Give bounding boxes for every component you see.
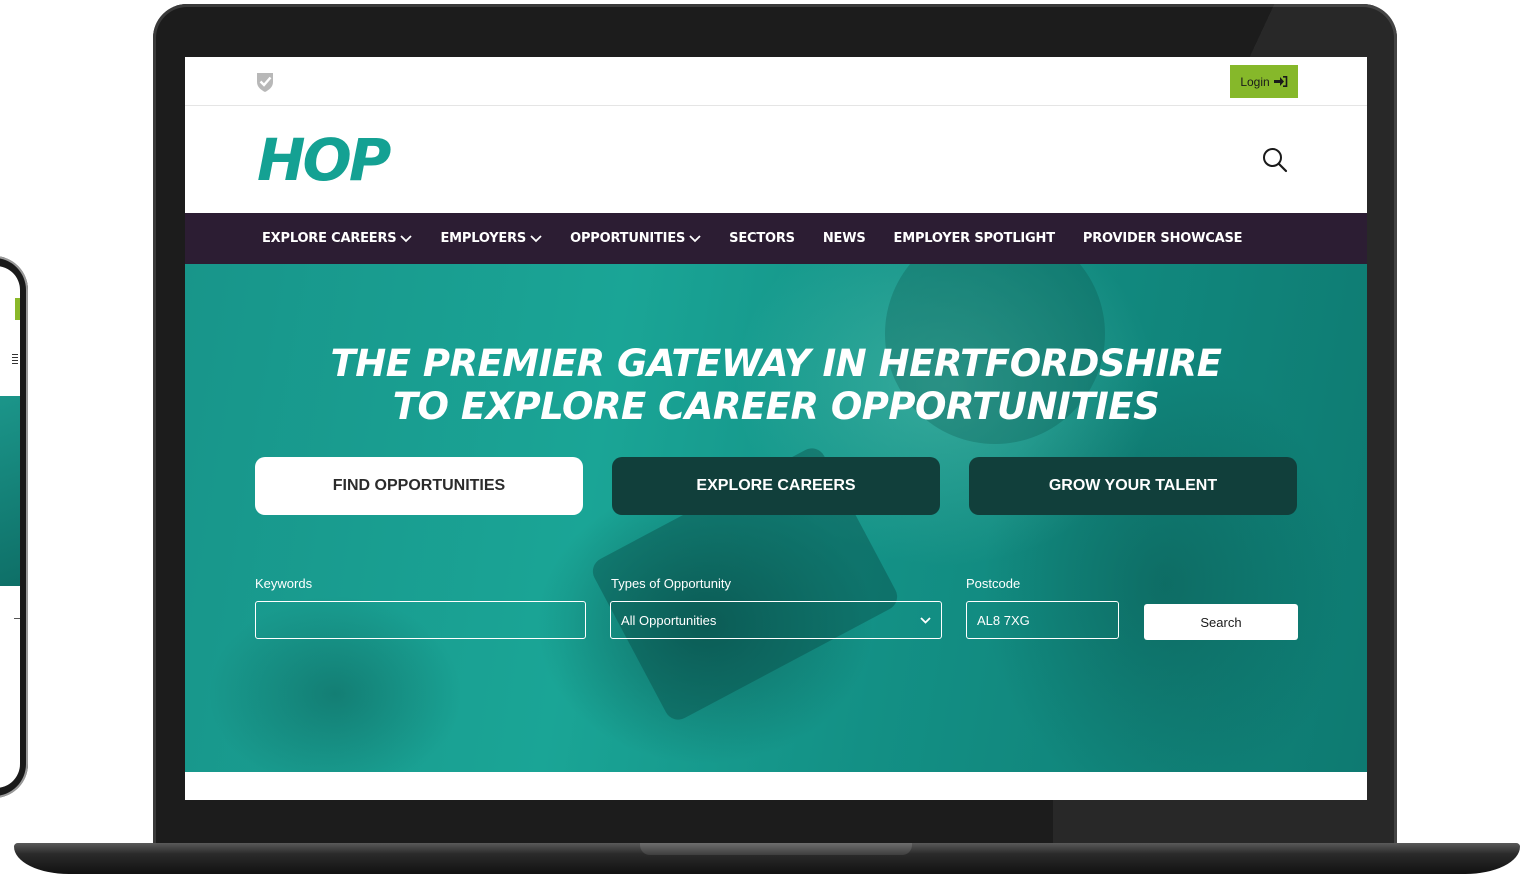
main-navigation: EXPLORE CAREERS EMPLOYERS OPPORTUNITIES … <box>185 213 1367 264</box>
opportunity-type-select[interactable]: All Opportunities <box>610 601 942 639</box>
shield-check-icon <box>257 73 273 92</box>
chevron-down-icon <box>920 616 931 624</box>
laptop-screen: Login HOP EXPLORE CAREERS EMPLOYERS OPPO… <box>185 57 1367 800</box>
nav-label: EMPLOYERS <box>440 231 527 246</box>
nav-label: OPPORTUNITIES <box>570 231 686 246</box>
nav-label: NEWS <box>822 231 866 246</box>
opportunity-type-label: Types of Opportunity <box>611 576 731 591</box>
nav-label: EMPLOYER SPOTLIGHT <box>893 231 1056 246</box>
page-content-below-hero <box>185 772 1367 800</box>
laptop-notch <box>640 843 912 855</box>
nav-label: PROVIDER SHOWCASE <box>1082 231 1243 246</box>
hop-logo[interactable]: HOP <box>257 131 391 189</box>
hero-banner: THE PREMIER GATEWAY IN HERTFORDSHIRE TO … <box>185 264 1367 772</box>
nav-opportunities[interactable]: OPPORTUNITIES <box>570 231 701 246</box>
phone-hero-image <box>0 396 20 586</box>
tab-find-opportunities[interactable]: FIND OPPORTUNITIES <box>255 457 583 515</box>
nav-label: SECTORS <box>729 231 795 246</box>
nav-news[interactable]: NEWS <box>823 231 866 246</box>
chevron-down-icon <box>530 234 542 242</box>
tab-grow-your-talent[interactable]: GROW YOUR TALENT <box>969 457 1297 515</box>
postcode-label: Postcode <box>966 576 1021 591</box>
phone-divider <box>14 618 20 619</box>
opportunity-type-value: All Opportunities <box>621 612 717 628</box>
nav-explore-careers[interactable]: EXPLORE CAREERS <box>262 231 413 246</box>
site-header: HOP <box>185 106 1367 213</box>
phone-screen <box>0 266 20 788</box>
top-bar: Login <box>185 57 1367 106</box>
nav-provider-showcase[interactable]: PROVIDER SHOWCASE <box>1082 231 1243 246</box>
phone-login-accent <box>15 298 20 320</box>
nav-employer-spotlight[interactable]: EMPLOYER SPOTLIGHT <box>893 231 1056 246</box>
chevron-down-icon <box>400 234 413 242</box>
hero-title: THE PREMIER GATEWAY IN HERTFORDSHIRE TO … <box>185 342 1367 428</box>
phone-menu-icon <box>12 354 18 364</box>
phone-mockup <box>0 256 28 798</box>
chevron-down-icon <box>689 234 701 242</box>
nav-label: EXPLORE CAREERS <box>262 231 397 246</box>
login-label: Login <box>1240 74 1270 89</box>
sign-in-icon <box>1273 76 1287 87</box>
keywords-label: Keywords <box>255 576 313 591</box>
nav-employers[interactable]: EMPLOYERS <box>440 231 542 246</box>
search-icon[interactable] <box>1261 146 1289 174</box>
postcode-input[interactable]: AL8 7XG <box>966 601 1119 639</box>
hero-title-line-1: THE PREMIER GATEWAY IN HERTFORDSHIRE <box>330 342 1222 385</box>
search-button[interactable]: Search <box>1144 604 1298 640</box>
hero-title-line-2: TO EXPLORE CAREER OPPORTUNITIES <box>392 385 1160 428</box>
nav-sectors[interactable]: SECTORS <box>729 231 795 246</box>
login-button[interactable]: Login <box>1230 65 1298 98</box>
tab-explore-careers[interactable]: EXPLORE CAREERS <box>612 457 940 515</box>
keywords-input[interactable] <box>255 601 586 639</box>
